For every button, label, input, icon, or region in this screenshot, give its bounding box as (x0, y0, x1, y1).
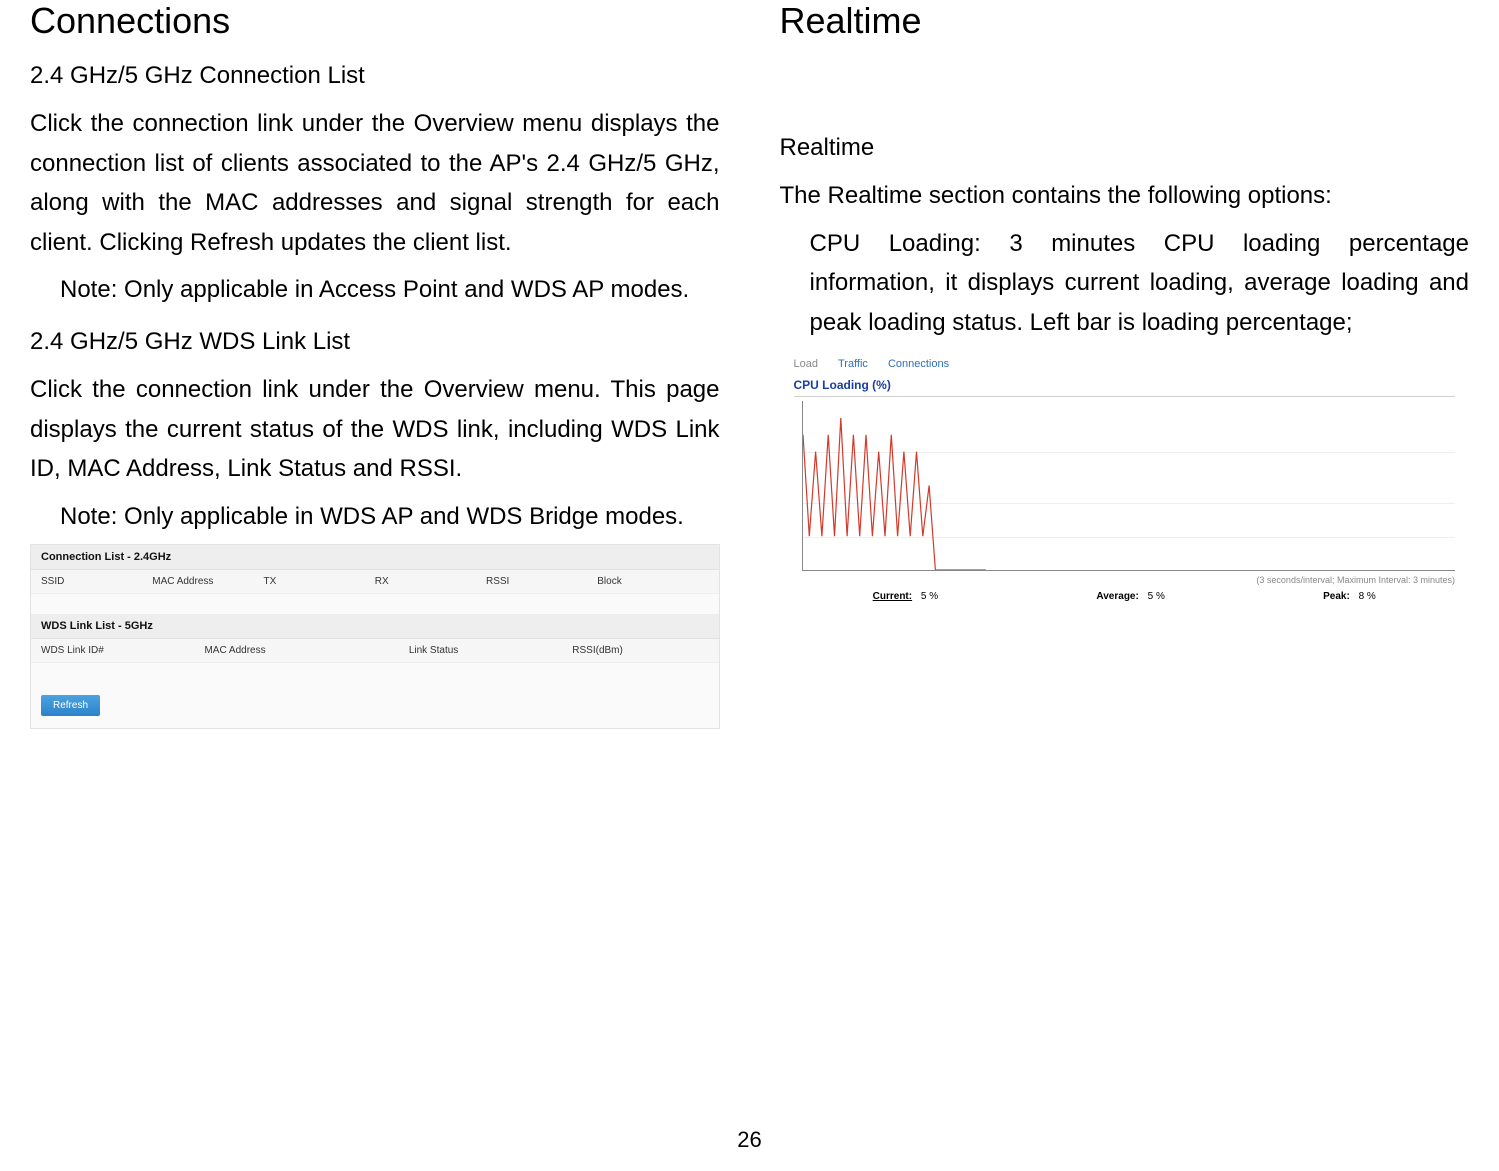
connection-list-panel: Connection List - 2.4GHz SSID MAC Addres… (30, 544, 720, 729)
chart-stats: Current: 5 % Average: 5 % Peak: 8 % (780, 587, 1470, 612)
col-rssi: RSSI (486, 576, 597, 587)
wds-link-list-note: Note: Only applicable in WDS AP and WDS … (30, 497, 720, 537)
stat-current-label: Current: (873, 591, 912, 602)
stat-peak: Peak: 8 % (1323, 591, 1376, 602)
connection-list-title: Connection List - 2.4GHz (31, 545, 719, 570)
tab-connections[interactable]: Connections (888, 358, 949, 370)
refresh-button[interactable]: Refresh (41, 695, 100, 716)
chart-interval-note: (3 seconds/interval; Maximum Interval: 3… (780, 573, 1470, 587)
realtime-body: The Realtime section contains the follow… (780, 176, 1470, 216)
wds-link-list-header-row: WDS Link ID# MAC Address Link Status RSS… (31, 639, 719, 663)
wds-link-list-body: Click the connection link under the Over… (30, 370, 720, 489)
connection-list-header-row: SSID MAC Address TX RX RSSI Block (31, 570, 719, 594)
connection-list-note: Note: Only applicable in Access Point an… (30, 270, 720, 310)
stat-average-value: 5 % (1148, 591, 1165, 602)
col-wds-id: WDS Link ID# (41, 645, 204, 656)
col-mac: MAC Address (152, 576, 263, 587)
page-number: 26 (0, 1127, 1499, 1153)
col-block: Block (597, 576, 708, 587)
connections-heading: Connections (30, 0, 720, 42)
tab-load[interactable]: Load (794, 358, 818, 370)
cpu-loading-chart: 247 (780, 397, 1470, 573)
col-wds-mac: MAC Address (204, 645, 408, 656)
connection-list-subheading: 2.4 GHz/5 GHz Connection List (30, 62, 720, 90)
wds-link-list-subheading: 2.4 GHz/5 GHz WDS Link List (30, 328, 720, 356)
realtime-heading: Realtime (780, 0, 1470, 42)
connection-list-empty (31, 594, 719, 614)
realtime-panel: Load Traffic Connections CPU Loading (%)… (780, 350, 1470, 612)
cpu-loading-body: CPU Loading: 3 minutes CPU loading perce… (780, 224, 1470, 343)
realtime-tabs: Load Traffic Connections (780, 350, 1470, 376)
col-tx: TX (264, 576, 375, 587)
stat-average: Average: 5 % (1096, 591, 1164, 602)
col-rx: RX (375, 576, 486, 587)
stat-current-value: 5 % (921, 591, 938, 602)
stat-peak-value: 8 % (1359, 591, 1376, 602)
tab-traffic[interactable]: Traffic (838, 358, 868, 370)
realtime-subheading: Realtime (780, 134, 1470, 162)
wds-link-list-title: WDS Link List - 5GHz (31, 614, 719, 639)
col-wds-rssi: RSSI(dBm) (572, 645, 708, 656)
stat-current: Current: 5 % (873, 591, 938, 602)
col-ssid: SSID (41, 576, 152, 587)
cpu-loading-chart-title: CPU Loading (%) (780, 376, 1470, 396)
col-wds-status: Link Status (409, 645, 572, 656)
connection-list-body: Click the connection link under the Over… (30, 104, 720, 262)
stat-peak-label: Peak: (1323, 591, 1350, 602)
stat-average-label: Average: (1096, 591, 1138, 602)
wds-link-list-empty (31, 663, 719, 683)
